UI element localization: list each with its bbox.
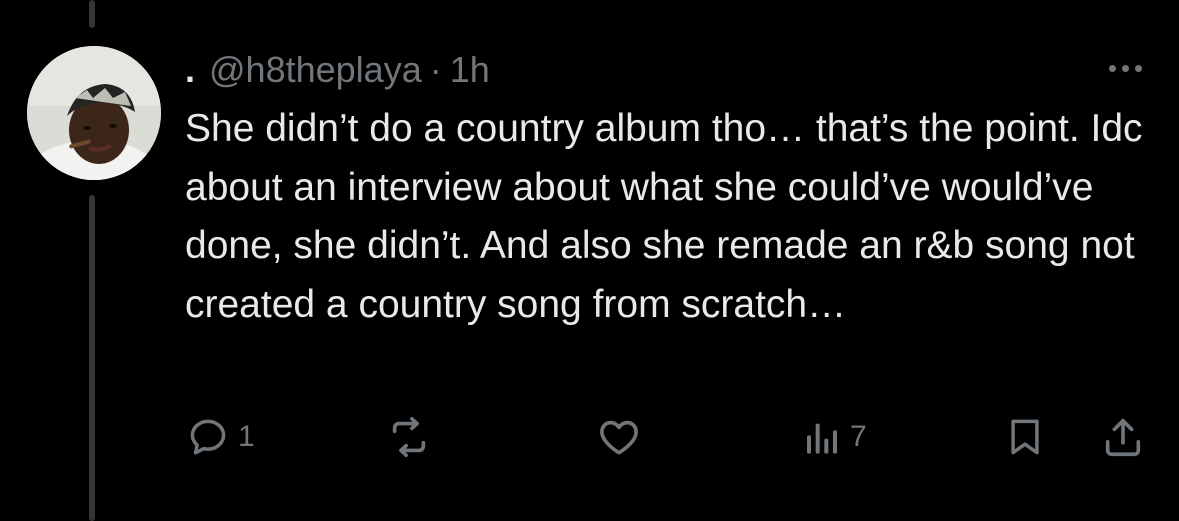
more-dot (1108, 64, 1116, 72)
views-bar-chart-icon (807, 423, 837, 454)
more-dot (1134, 64, 1142, 72)
reply-count: 1 (238, 420, 255, 453)
post-header: . @h8theplaya · 1h (185, 44, 490, 96)
more-dot (1121, 64, 1129, 72)
like-button[interactable] (596, 412, 650, 462)
reply-button[interactable]: 1 (186, 412, 255, 462)
views-button[interactable]: 7 (802, 412, 867, 462)
action-bar: 1 7 (0, 412, 1179, 462)
bookmark-icon (1011, 419, 1039, 455)
user-handle[interactable]: @h8theplaya (209, 49, 422, 91)
share-button[interactable] (1100, 412, 1146, 462)
timestamp[interactable]: 1h (450, 49, 490, 91)
thread-connector-top (89, 0, 95, 28)
heart-icon (600, 420, 638, 455)
views-count: 7 (850, 420, 867, 453)
repost-button[interactable] (386, 412, 440, 462)
more-options-icon[interactable] (1095, 56, 1155, 80)
avatar[interactable] (27, 46, 161, 180)
post-text: She didn’t do a country album tho… that’… (185, 107, 1143, 326)
reply-bubble-icon (190, 419, 226, 455)
display-name[interactable]: . (185, 49, 195, 91)
bookmark-button[interactable] (1003, 412, 1047, 462)
separator-dot: · (429, 49, 442, 90)
repost-arrows-icon (392, 416, 426, 458)
thread-connector-bottom (89, 195, 95, 521)
share-upload-icon (1105, 418, 1141, 457)
